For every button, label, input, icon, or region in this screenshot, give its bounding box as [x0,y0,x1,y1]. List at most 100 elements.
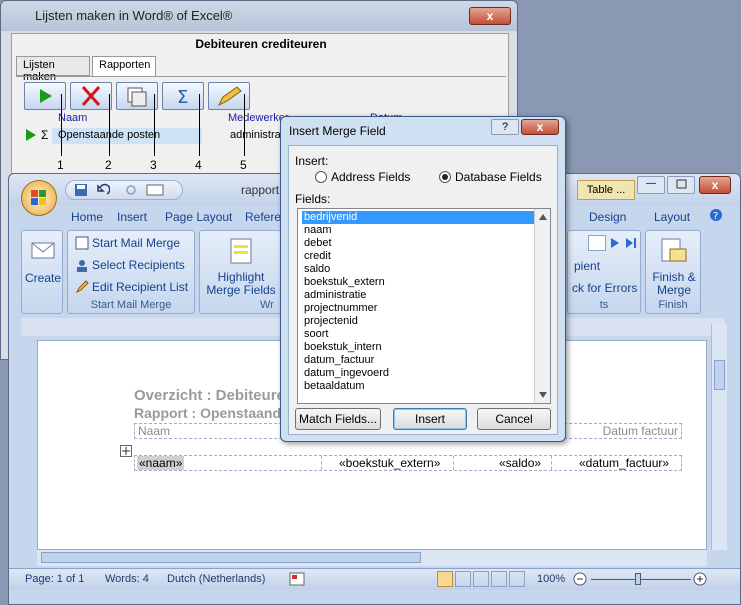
web-layout-view-button[interactable] [473,571,489,587]
office-logo-icon [31,190,46,205]
word-close-button[interactable]: x [699,176,731,194]
maximize-button[interactable] [667,176,695,194]
list-item[interactable]: projectenid [302,315,534,328]
office-button[interactable] [21,180,57,216]
database-fields-label: Database Fields [455,170,542,184]
list-item[interactable]: bedrijvenid [302,211,534,224]
list-item[interactable]: soort [302,328,534,341]
close-button[interactable]: x [469,7,511,25]
run-button[interactable] [24,82,66,110]
form-field-icon[interactable] [146,184,164,196]
help-icon[interactable]: ? [709,208,723,222]
list-item[interactable]: datum_factuur [302,354,534,367]
finish-merge-button[interactable]: Finish & Merge [650,271,698,297]
start-mail-merge-group: Start Mail Merge Select Recipients Edit … [67,230,195,314]
vertical-scrollbar[interactable] [711,324,727,550]
radio-dot [442,174,448,180]
dialog-close-button[interactable]: x [521,119,559,135]
select-recipients-button[interactable]: Select Recipients [92,258,185,272]
vscroll-thumb[interactable] [714,360,725,390]
tab-layout[interactable]: Layout [654,210,690,224]
address-fields-label: Address Fields [331,170,411,184]
hscroll-thumb[interactable] [41,552,421,563]
sum-button[interactable]: Σ [162,82,204,110]
list-item[interactable]: betaaldatum [302,380,534,393]
find-recipient-button[interactable]: pient [574,259,600,273]
insert-label: Insert: [295,154,329,168]
dialog-title: Insert Merge Field [289,124,386,138]
callout-line-3 [154,94,155,156]
zoom-slider-thumb[interactable] [635,573,641,585]
highlight-fields-icon [230,238,252,264]
tab-design[interactable]: Design [589,210,626,224]
highlight-merge-fields-button[interactable]: Highlight Merge Fields [206,271,276,297]
list-item[interactable]: boekstuk_intern [302,341,534,354]
tab-rapporten[interactable]: Rapporten [92,56,156,77]
tab-home[interactable]: Home [71,210,103,224]
horizontal-scrollbar[interactable] [37,550,707,566]
undo-icon[interactable] [96,183,110,197]
language-indicator[interactable]: Dutch (Netherlands) [167,573,265,585]
scroll-down-icon [539,392,547,398]
table-move-handle-icon[interactable] [120,445,132,457]
edit-recipient-list-button[interactable]: Edit Recipient List [92,280,188,294]
word-count[interactable]: Words: 4 [105,573,149,585]
save-icon[interactable] [74,183,88,197]
next-record-icon[interactable] [608,235,622,251]
minimize-button[interactable]: — [637,176,665,194]
tab-insert[interactable]: Insert [117,210,147,224]
address-fields-radio[interactable] [315,171,327,183]
create-group[interactable]: Create [21,230,63,314]
callout-1: 1 [57,158,64,172]
delete-button[interactable] [70,82,112,110]
list-item[interactable]: naam [302,224,534,237]
database-fields-radio[interactable] [439,171,451,183]
tab-lijsten-maken[interactable]: Lijsten maken [16,56,90,83]
list-scrollbar[interactable] [534,209,550,403]
table-tools-tab[interactable]: Table ... [577,180,635,200]
tab-page-layout[interactable]: Page Layout [165,210,232,224]
row-sigma-icon: Σ [41,128,49,142]
page-indicator[interactable]: Page: 1 of 1 [25,573,84,585]
zoom-slider[interactable] [591,579,691,580]
draft-view-button[interactable] [509,571,525,587]
preview-group-label: ts [599,299,609,311]
zoom-in-icon[interactable] [693,572,707,586]
fields-list[interactable]: bedrijvenid naam debet credit saldo boek… [297,208,551,404]
list-item[interactable]: saldo [302,263,534,276]
field-boekstuk-extern[interactable]: «boekstuk_extern» [339,456,440,470]
list-item[interactable]: projectnummer [302,302,534,315]
list-item[interactable]: debet [302,237,534,250]
zoom-level[interactable]: 100% [537,573,565,585]
outline-view-button[interactable] [491,571,507,587]
match-fields-button[interactable]: Match Fields... [295,408,381,430]
list-item[interactable]: credit [302,250,534,263]
field-naam[interactable]: «naam» [137,456,185,470]
list-item[interactable]: datum_ingevoerd [302,367,534,380]
list-item[interactable]: administratie [302,289,534,302]
insert-button[interactable]: Insert [393,408,467,430]
cancel-button[interactable]: Cancel [477,408,551,430]
copy-button[interactable] [116,82,158,110]
callout-4: 4 [195,158,202,172]
start-mail-merge-button[interactable]: Start Mail Merge [92,236,180,250]
redo-icon[interactable] [124,183,138,197]
field-saldo[interactable]: «saldo» [499,456,541,470]
sigma-icon: Σ [177,87,188,108]
list-item[interactable]: boekstuk_extern [302,276,534,289]
last-record-icon[interactable] [624,235,638,251]
print-layout-view-button[interactable] [437,571,453,587]
zoom-out-icon[interactable] [573,572,587,586]
callout-line-5 [244,94,245,156]
full-screen-view-button[interactable] [455,571,471,587]
auto-check-errors-button[interactable]: ck for Errors [572,281,637,295]
edit-list-icon [75,280,89,294]
field-datum-factuur[interactable]: «datum_factuur» [579,456,669,470]
cell-divider [321,456,322,470]
row-play-icon[interactable] [24,128,38,142]
cell-divider [551,456,552,470]
dialog-help-button[interactable]: ? [491,119,519,135]
callout-2: 2 [105,158,112,172]
record-number-field[interactable] [588,235,606,251]
macro-record-icon[interactable] [289,572,305,586]
